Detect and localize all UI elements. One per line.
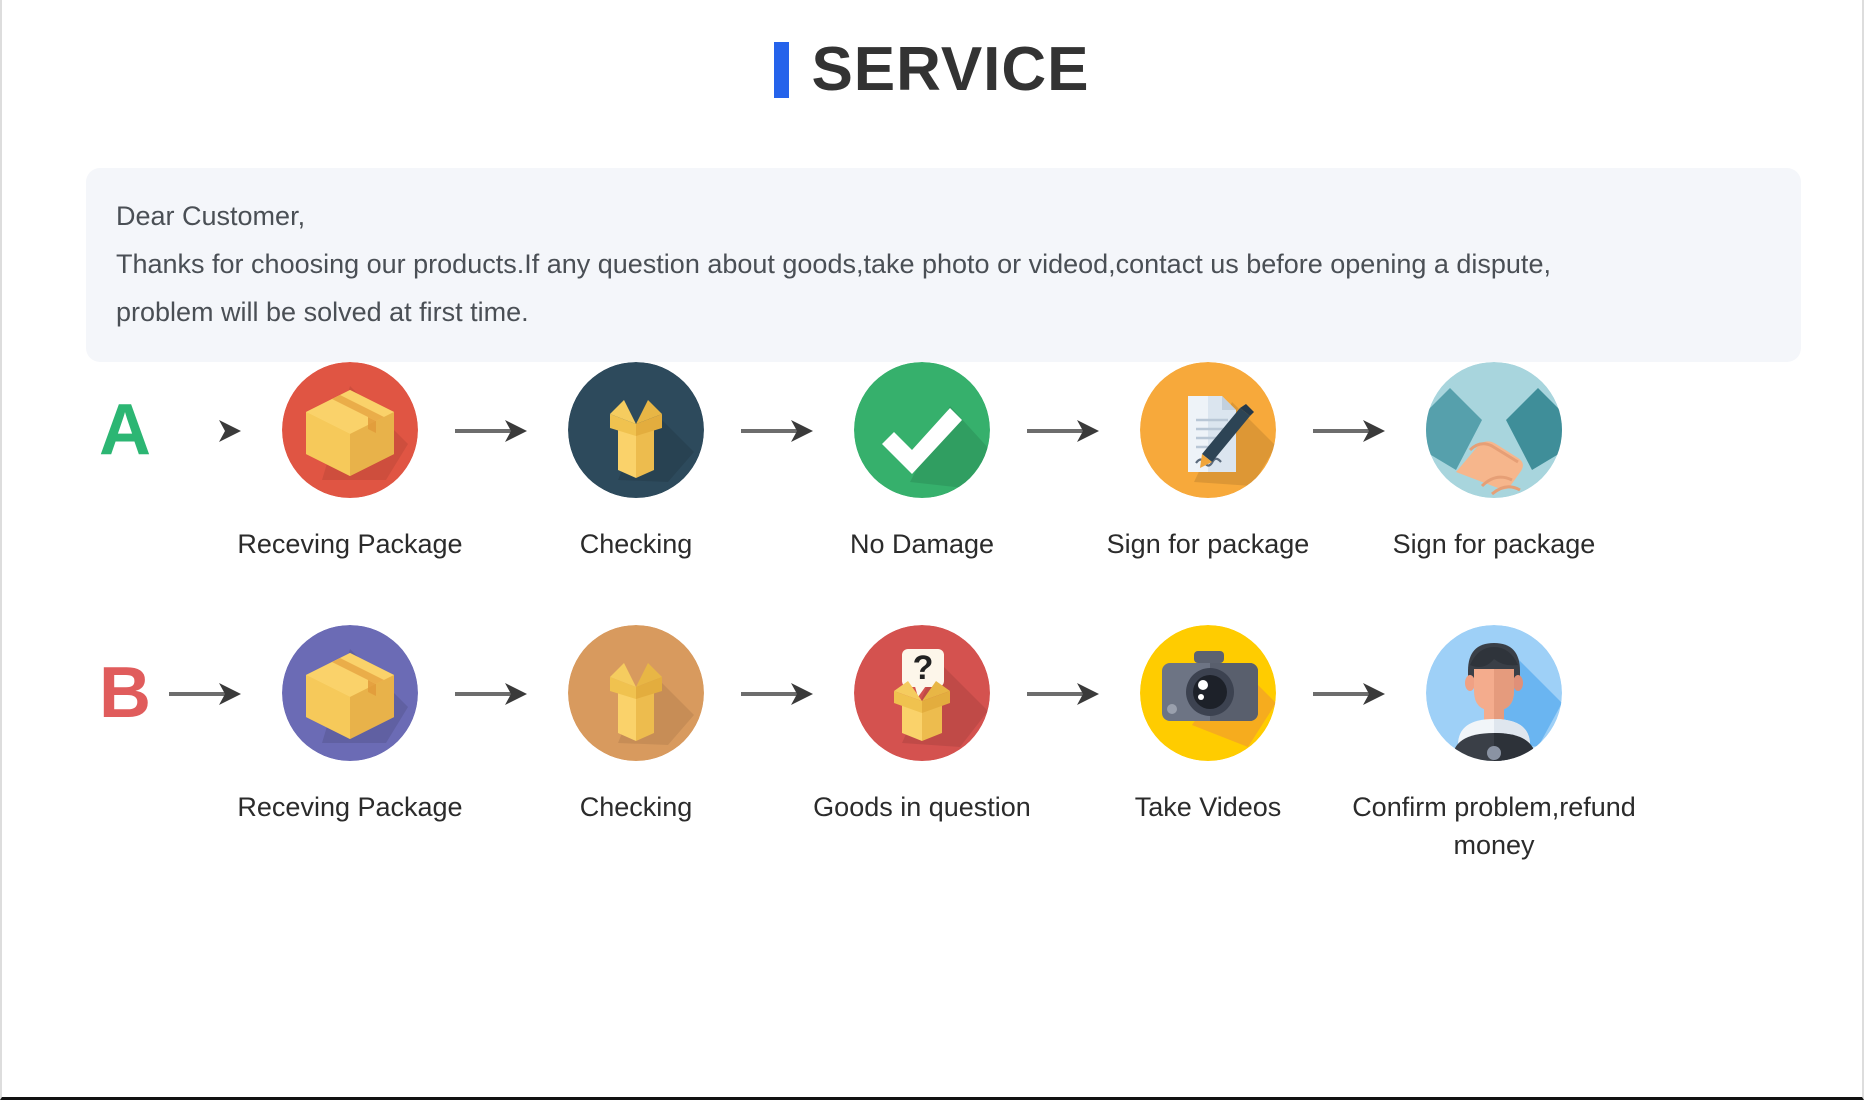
question-box-icon: ? xyxy=(854,625,990,761)
flow-step-label: No Damage xyxy=(849,529,995,559)
flow-step[interactable]: Checking xyxy=(536,625,736,826)
flow-step-label: Sign for package xyxy=(1392,529,1596,559)
flow-step[interactable]: Receving Package xyxy=(237,362,463,563)
flow-step[interactable]: No Damage xyxy=(822,362,1022,563)
flow-step-label: Receving Package xyxy=(237,792,463,822)
support-agent-icon xyxy=(1426,625,1562,761)
arrow-right-icon xyxy=(1022,625,1108,761)
flow-step-label: Checking xyxy=(579,792,693,822)
flow-row-b: B Receving Package Checking ? Goods in q… xyxy=(86,625,1786,864)
title-accent-bar xyxy=(774,42,790,98)
page-header: SERVICE xyxy=(2,0,1862,101)
flow-step-label: Sign for package xyxy=(1106,529,1310,559)
flow-step[interactable]: Confirm problem,refund money xyxy=(1352,625,1636,864)
flow-step[interactable]: Checking xyxy=(536,362,736,563)
document-pen-icon xyxy=(1140,362,1276,498)
arrow-right-icon xyxy=(1308,362,1394,498)
open-box-icon xyxy=(568,362,704,498)
page-title: SERVICE xyxy=(811,35,1090,104)
arrow-right-icon xyxy=(736,625,822,761)
camera-icon xyxy=(1140,625,1276,761)
flow-step[interactable]: Take Videos xyxy=(1108,625,1308,826)
notice-line-1: Dear Customer, xyxy=(116,201,306,231)
flow-step[interactable]: Sign for package xyxy=(1393,362,1595,563)
notice-line-3: problem will be solved at first time. xyxy=(116,297,529,327)
flow-badge-b: B xyxy=(99,653,151,733)
arrow-right-icon xyxy=(736,362,822,498)
flow-step[interactable]: ? Goods in question xyxy=(813,625,1031,826)
flow-step[interactable]: Receving Package xyxy=(237,625,463,826)
arrow-right-icon xyxy=(450,625,536,761)
flow-step-label: Take Videos xyxy=(1134,792,1282,822)
arrow-right-icon xyxy=(164,625,250,761)
arrow-right-icon xyxy=(1022,362,1108,498)
closed-box-icon xyxy=(282,362,418,498)
checkmark-icon xyxy=(854,362,990,498)
flow-step-label: Goods in question xyxy=(813,792,1031,822)
service-page: SERVICE Dear Customer, Thanks for choosi… xyxy=(0,0,1864,1100)
flow-step[interactable]: Sign for package xyxy=(1107,362,1309,563)
arrow-right-icon xyxy=(164,362,250,498)
open-box-icon xyxy=(568,625,704,761)
closed-box-icon xyxy=(282,625,418,761)
flow-step-label: Receving Package xyxy=(237,529,463,559)
flow-badge-a: A xyxy=(99,390,151,470)
arrow-right-icon xyxy=(450,362,536,498)
arrow-right-icon xyxy=(1308,625,1394,761)
svg-text:?: ? xyxy=(913,649,934,687)
notice-line-2: Thanks for choosing our products.If any … xyxy=(116,249,1551,279)
flow-step-label: Checking xyxy=(579,529,693,559)
customer-notice-box: Dear Customer, Thanks for choosing our p… xyxy=(86,168,1801,362)
flow-row-a: A Receving Package Checking No Damage Si… xyxy=(86,362,1786,563)
handshake-icon xyxy=(1426,362,1562,498)
flow-step-label: Confirm problem,refund money xyxy=(1352,792,1636,860)
